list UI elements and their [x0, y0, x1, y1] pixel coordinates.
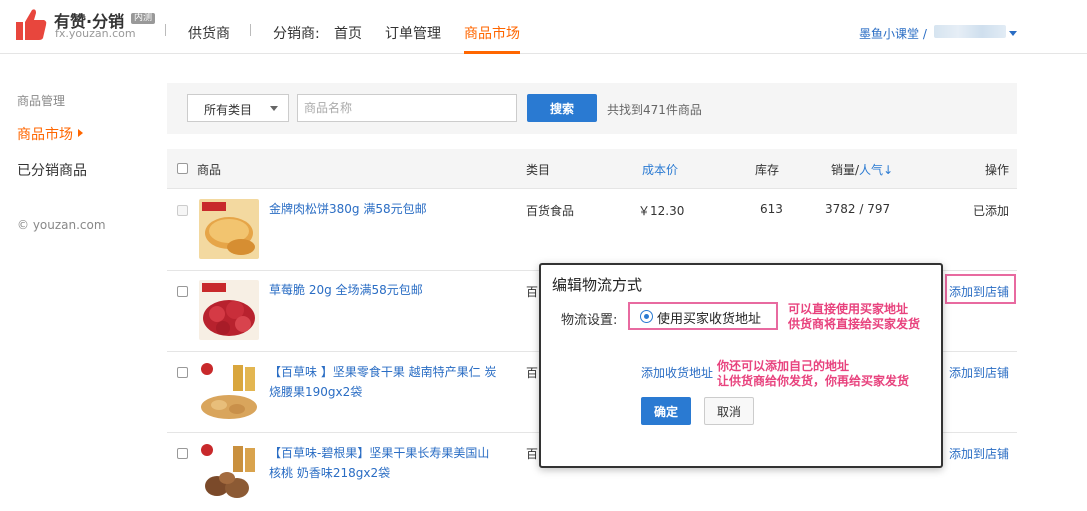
product-title-link[interactable]: 【百草味 】坚果零食干果 越南特产果仁 炭烧腰果190gx2袋: [269, 362, 499, 402]
header-stock: 库存: [755, 163, 780, 177]
sort-popularity-link[interactable]: 人气: [859, 163, 883, 177]
product-sales: 3782 / 797: [825, 202, 891, 216]
confirm-button[interactable]: 确定: [641, 397, 691, 425]
copyright: © youzan.com: [17, 218, 106, 232]
nav-market[interactable]: 商品市场: [464, 23, 520, 43]
row-checkbox[interactable]: [177, 448, 188, 459]
annotation-own-address: 你还可以添加自己的地址 让供货商给你发货，你再给买家发货: [717, 359, 910, 388]
row-checkbox: [177, 205, 188, 216]
sidebar-section-title: 商品管理: [17, 94, 66, 108]
result-count: 共找到471件商品: [607, 103, 702, 117]
product-category: 百: [526, 366, 539, 380]
shipping-setting-label: 物流设置:: [561, 313, 618, 328]
annotation-buyer-address: 可以直接使用买家地址 供货商将直接给买家发货: [788, 302, 921, 331]
add-to-store-link[interactable]: 添加到店铺: [949, 283, 1009, 300]
product-image-strawberry[interactable]: [199, 280, 259, 340]
sidebar-item-distributed[interactable]: 已分销商品: [17, 160, 87, 180]
user-name[interactable]: 墨鱼小课堂 /: [859, 25, 927, 42]
nav-supplier[interactable]: 供货商: [188, 23, 230, 43]
product-image-pastry[interactable]: [199, 199, 259, 259]
chevron-down-icon[interactable]: [1009, 31, 1017, 36]
beta-badge: 内测: [131, 13, 156, 24]
buyer-address-option-label[interactable]: 使用买家收货地址: [657, 308, 761, 327]
nav-orders[interactable]: 订单管理: [385, 23, 441, 43]
logo-domain: fx.youzan.com: [55, 27, 136, 40]
blurred-user-id: [934, 25, 1006, 38]
product-category: 百: [526, 285, 539, 299]
select-all-checkbox[interactable]: [177, 163, 188, 174]
row-checkbox[interactable]: [177, 286, 188, 297]
row-checkbox[interactable]: [177, 367, 188, 378]
product-image-cashew[interactable]: [199, 361, 259, 421]
header-sales: 销量/人气↓: [831, 163, 894, 177]
product-name-input[interactable]: [297, 94, 517, 122]
header-product: 商品: [197, 163, 222, 177]
product-category: 百: [526, 447, 539, 461]
dialog-title: 编辑物流方式: [552, 276, 643, 294]
search-button[interactable]: 搜索: [527, 94, 597, 122]
add-to-store-link[interactable]: 添加到店铺: [949, 445, 1009, 462]
add-address-link[interactable]: 添加收货地址: [641, 364, 713, 381]
product-title-link[interactable]: 草莓脆 20g 全场满58元包邮: [269, 280, 499, 300]
divider: [250, 24, 251, 36]
product-category: 百货食品: [526, 204, 575, 218]
sort-arrow-icon[interactable]: ↓: [883, 163, 893, 177]
product-stock: 613: [760, 202, 783, 216]
header-cost[interactable]: 成本价: [642, 161, 678, 178]
added-status: 已添加: [973, 204, 1010, 218]
header-action: 操作: [985, 163, 1010, 177]
chevron-down-icon[interactable]: [270, 106, 278, 111]
radio-selected-icon[interactable]: [640, 310, 653, 323]
product-image-pecan[interactable]: [199, 442, 259, 502]
active-nav-indicator: [464, 51, 520, 54]
add-to-store-link[interactable]: 添加到店铺: [949, 364, 1009, 381]
nav-home[interactable]: 首页: [334, 23, 362, 43]
sidebar-item-market[interactable]: 商品市场: [17, 124, 73, 144]
divider: [165, 24, 166, 36]
product-title-link[interactable]: 金牌肉松饼380g 满58元包邮: [269, 199, 499, 219]
product-price: ￥12.30: [638, 204, 685, 218]
thumbs-up-logo-icon[interactable]: [14, 6, 48, 42]
header-category: 类目: [526, 163, 551, 177]
product-title-link[interactable]: 【百草味-碧根果】坚果干果长寿果美国山核桃 奶香味218gx2袋: [269, 443, 499, 483]
caret-right-icon: [78, 129, 83, 137]
cancel-button[interactable]: 取消: [704, 397, 754, 425]
nav-distributor-label: 分销商:: [273, 26, 320, 42]
